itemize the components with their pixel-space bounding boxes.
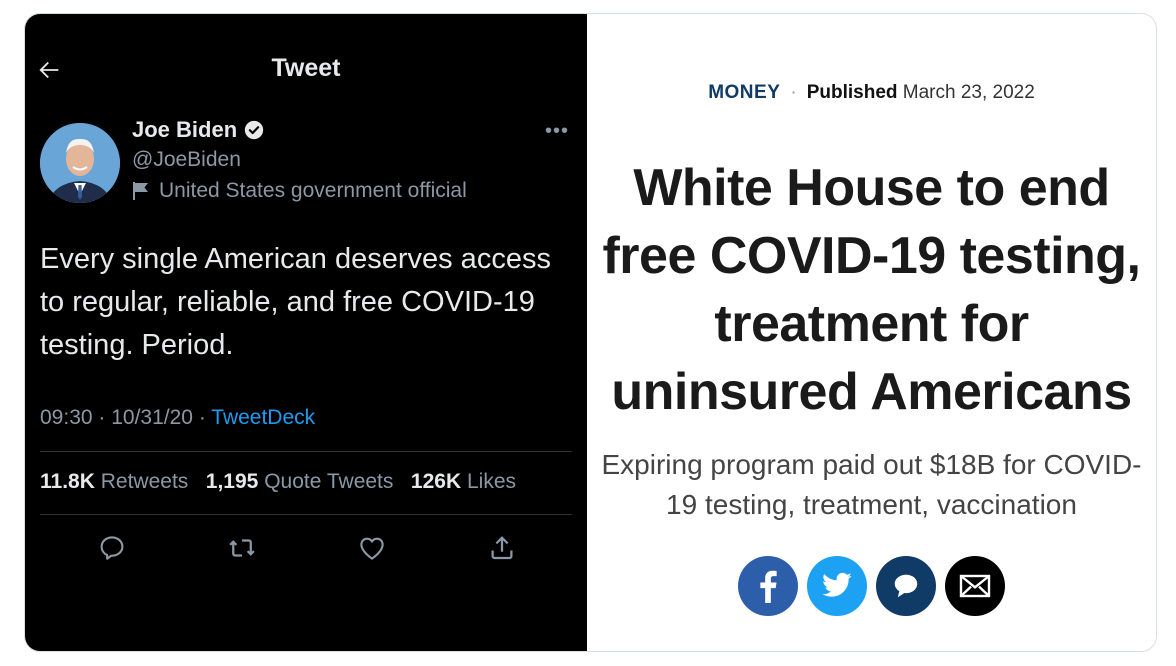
author-name-text[interactable]: Joe Biden: [132, 117, 237, 143]
tweet-time[interactable]: 09:30: [40, 406, 93, 429]
retweet-button[interactable]: [218, 524, 266, 572]
divider: [40, 451, 572, 452]
retweets-label: Retweets: [100, 470, 189, 493]
author-name[interactable]: Joe Biden: [132, 117, 265, 143]
published-label: Published: [806, 82, 898, 103]
verified-icon: [244, 120, 264, 140]
tweet-source[interactable]: TweetDeck: [211, 406, 315, 429]
share-bar: [587, 556, 1156, 616]
facebook-share-button[interactable]: [738, 556, 798, 616]
more-icon[interactable]: •••: [545, 120, 569, 143]
retweet-icon: [229, 539, 255, 557]
likes-label: Likes: [466, 470, 516, 493]
article-headline: White House to end free COVID-19 testing…: [602, 159, 1141, 421]
reply-icon: [100, 536, 124, 560]
share-button[interactable]: [478, 524, 526, 572]
tweet-meta: 09:30 · 10/31/20 · TweetDeck: [40, 406, 315, 430]
retweets-count: 11.8K: [40, 470, 95, 493]
tweet-actions: [40, 524, 572, 572]
tweet-text: Every single American deserves access to…: [40, 243, 551, 361]
twitter-icon: [822, 572, 852, 597]
divider: [40, 514, 572, 515]
separator: ·: [98, 406, 112, 429]
retweets-stat[interactable]: 11.8K Retweets: [40, 470, 188, 493]
separator: ·: [790, 82, 797, 103]
quotes-stat[interactable]: 1,195 Quote Tweets: [206, 470, 394, 493]
tweet-date[interactable]: 10/31/20: [111, 406, 193, 429]
government-label: United States government official: [132, 179, 467, 203]
government-label-text: United States government official: [159, 179, 467, 202]
avatar[interactable]: [40, 123, 120, 203]
email-icon: [959, 574, 991, 598]
quotes-count: 1,195: [205, 470, 259, 493]
page-title: Tweet: [271, 54, 341, 82]
article-subhead: Expiring program paid out $18B for COVID…: [601, 449, 1142, 520]
twitter-share-button[interactable]: [807, 556, 867, 616]
tweet-stats: 11.8K Retweets 1,195 Quote Tweets 126K L…: [40, 470, 516, 494]
article-panel: MONEY · Published March 23, 2022 White Hou…: [587, 14, 1156, 651]
share-icon: [491, 536, 513, 560]
like-icon: [360, 537, 384, 560]
like-button[interactable]: [348, 524, 396, 572]
composite-image: Tweet Joe Biden @JoeBiden United States …: [24, 13, 1157, 652]
article-kicker: MONEY · Published March 23, 2022: [587, 82, 1156, 104]
separator: ·: [198, 406, 212, 429]
comment-icon: [894, 574, 918, 598]
flag-icon: [133, 182, 148, 200]
author-handle[interactable]: @JoeBiden: [132, 148, 241, 172]
facebook-icon: [760, 570, 777, 603]
tweet-panel: Tweet Joe Biden @JoeBiden United States …: [25, 14, 587, 651]
section-label[interactable]: MONEY: [708, 82, 780, 103]
email-share-button[interactable]: [945, 556, 1005, 616]
comment-share-button[interactable]: [876, 556, 936, 616]
likes-count: 126K: [410, 470, 462, 493]
likes-stat[interactable]: 126K Likes: [411, 470, 516, 493]
published-date: March 23, 2022: [902, 82, 1035, 103]
quotes-label: Quote Tweets: [264, 470, 394, 493]
reply-button[interactable]: [88, 524, 136, 572]
